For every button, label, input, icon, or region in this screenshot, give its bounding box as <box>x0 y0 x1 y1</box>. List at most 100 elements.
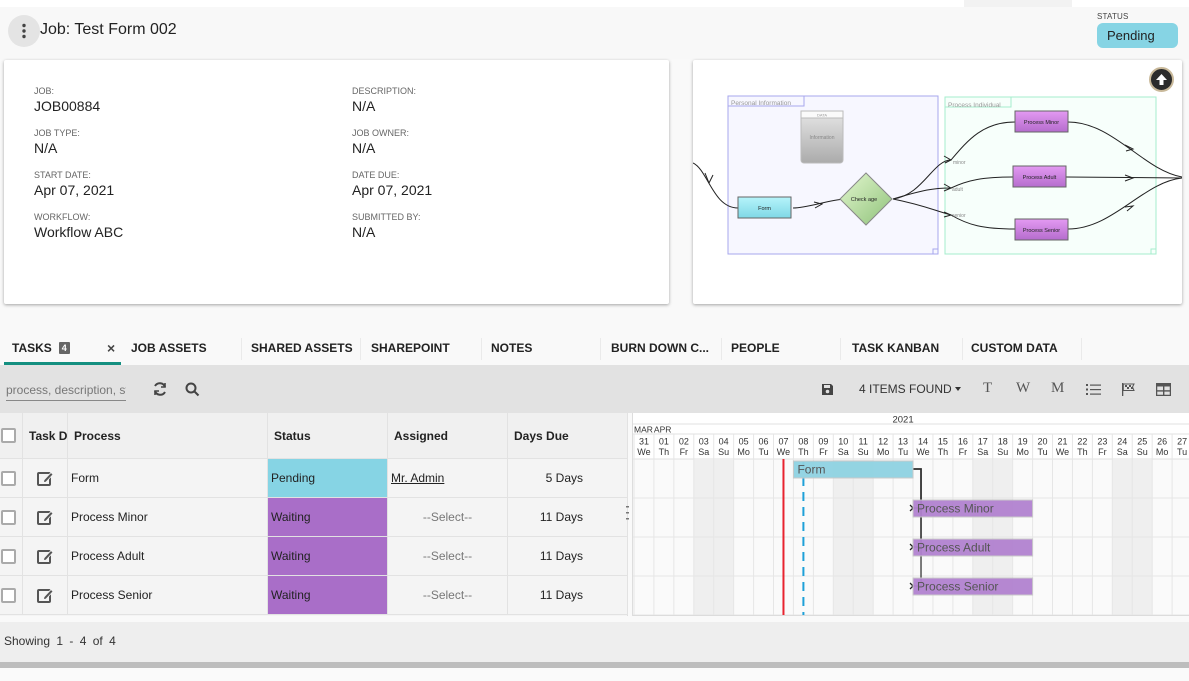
field-label: JOB: <box>34 86 55 96</box>
assigned-user-link[interactable]: Mr. Admin <box>391 471 444 485</box>
pagination-summary: Showing 1 - 4 of 4 <box>4 634 116 648</box>
close-icon[interactable]: × <box>107 340 115 356</box>
tab-divider <box>241 338 242 360</box>
assigned-cell[interactable]: --Select-- <box>388 498 508 536</box>
assign-user-select[interactable]: --Select-- <box>388 549 507 563</box>
refresh-button[interactable] <box>151 380 169 398</box>
assign-user-select[interactable]: --Select-- <box>388 588 507 602</box>
row-checkbox[interactable] <box>1 548 16 564</box>
search-button[interactable] <box>183 380 201 398</box>
gantt-day-weekday: Fr <box>819 447 828 457</box>
grid-view-button[interactable] <box>1154 380 1172 398</box>
table-row[interactable]: Process Senior Waiting --Select-- 11 Day… <box>0 576 628 615</box>
gantt-day-weekday: Su <box>858 447 869 457</box>
scroll-up-button[interactable] <box>1149 67 1174 92</box>
column-header-task-details[interactable]: Task De <box>23 413 68 458</box>
items-found-dropdown[interactable]: 4 ITEMS FOUND <box>859 382 961 396</box>
page-header: Job: Test Form 002 STATUS Pending <box>0 7 1189 59</box>
edit-task-button[interactable] <box>23 498 68 536</box>
tab-burn-down[interactable]: BURN DOWN C... <box>611 330 709 365</box>
field-value: N/A <box>352 140 376 156</box>
gantt-day-weekday: Su <box>718 447 729 457</box>
gantt-day-weekday: Sa <box>977 447 988 457</box>
column-header-days-due[interactable]: Days Due <box>508 413 628 458</box>
more-menu-button[interactable] <box>8 15 40 47</box>
tasks-count-badge: 4 <box>58 342 70 354</box>
days-due-cell: 5 Days <box>508 459 628 497</box>
node-process-adult[interactable]: Process Adult <box>1012 165 1067 188</box>
gantt-day-weekday: Sa <box>838 447 849 457</box>
workflow-diagram[interactable]: Personal Information Process Individual … <box>693 60 1182 304</box>
lane-label-process: Process Individual <box>948 102 1001 109</box>
tab-tasks[interactable]: TASKS 4 × <box>4 330 121 365</box>
table-row[interactable]: Process Minor Waiting --Select-- 11 Days <box>0 498 628 537</box>
gantt-day-number: 23 <box>1097 437 1107 447</box>
process-cell: Process Adult <box>68 537 268 575</box>
gantt-chart[interactable]: 2021 MAR APR 31 We 01 Th 02 Fr 03 Sa 04 Su 05 Mo 06 Tu 07… <box>632 413 1189 616</box>
edit-task-button[interactable] <box>23 537 68 575</box>
assign-user-select[interactable]: --Select-- <box>388 510 507 524</box>
job-info-card: JOB: JOB00884 DESCRIPTION: N/A JOB TYPE: N/… <box>4 60 669 304</box>
edge-label-senior: senior <box>952 213 966 219</box>
gantt-day-weekday: We <box>637 447 650 457</box>
node-form[interactable]: Form <box>737 196 792 219</box>
gantt-day-number: 04 <box>719 437 729 447</box>
status-cell: Waiting <box>268 498 388 536</box>
view-week-button[interactable]: W <box>1016 380 1030 397</box>
gantt-day-number: 05 <box>739 437 749 447</box>
more-vertical-icon <box>22 23 26 39</box>
node-process-minor[interactable]: Process Minor <box>1014 110 1069 133</box>
gantt-day-weekday: Mo <box>877 447 890 457</box>
row-checkbox[interactable] <box>1 587 16 603</box>
data-store-node[interactable]: DATA Information <box>800 110 844 164</box>
svg-text:Check age: Check age <box>851 197 877 203</box>
process-cell: Process Senior <box>68 576 268 614</box>
table-row[interactable]: Form Pending Mr. Admin 5 Days <box>0 459 628 498</box>
tab-notes[interactable]: NOTES <box>491 330 532 365</box>
assigned-cell[interactable]: --Select-- <box>388 576 508 614</box>
select-all-checkbox[interactable] <box>1 428 16 443</box>
gantt-day-number: 16 <box>958 437 968 447</box>
view-timeline-button[interactable]: T <box>983 380 992 397</box>
field-start-date: START DATE: Apr 07, 2021 <box>34 170 114 198</box>
tab-sharepoint[interactable]: SHAREPOINT <box>371 330 450 365</box>
splitter-handle[interactable] <box>626 505 630 521</box>
tab-task-kanban[interactable]: TASK KANBAN <box>852 330 939 365</box>
showing-label: Showing <box>4 634 51 648</box>
gantt-task-label: Process Senior <box>917 580 998 594</box>
save-button[interactable] <box>818 380 836 398</box>
tab-custom-data[interactable]: CUSTOM DATA <box>971 330 1058 365</box>
svg-text:Form: Form <box>758 206 771 212</box>
node-process-senior[interactable]: Process Senior <box>1014 218 1069 241</box>
column-header-process[interactable]: Process <box>68 413 268 458</box>
row-checkbox[interactable] <box>1 509 16 525</box>
gantt-day-weekday: Th <box>1077 447 1088 457</box>
days-due-value: 11 Days <box>539 549 583 563</box>
table-row[interactable]: Process Adult Waiting --Select-- 11 Days <box>0 537 628 576</box>
gantt-day-number: 03 <box>699 437 709 447</box>
assigned-cell[interactable]: --Select-- <box>388 537 508 575</box>
column-header-status[interactable]: Status <box>268 413 388 458</box>
row-select-cell <box>0 576 23 614</box>
row-checkbox[interactable] <box>1 470 16 486</box>
tab-job-assets[interactable]: JOB ASSETS <box>131 330 207 365</box>
gantt-day-number: 20 <box>1038 437 1048 447</box>
gantt-day-weekday: We <box>1056 447 1069 457</box>
svg-text:Process Minor: Process Minor <box>1024 120 1059 126</box>
tab-divider <box>840 338 841 360</box>
tab-shared-assets[interactable]: SHARED ASSETS <box>251 330 353 365</box>
showing-range: 1 - 4 <box>56 634 87 648</box>
gantt-task-label: Process Adult <box>917 541 991 555</box>
column-header-assigned[interactable]: Assigned <box>388 413 508 458</box>
gantt-day-number: 17 <box>978 437 988 447</box>
tab-people[interactable]: PEOPLE <box>731 330 780 365</box>
edit-task-button[interactable] <box>23 459 68 497</box>
tab-divider <box>721 338 722 360</box>
milestone-button[interactable] <box>1119 380 1137 398</box>
edit-task-button[interactable] <box>23 576 68 614</box>
list-view-button[interactable] <box>1084 380 1102 398</box>
svg-text:DATA: DATA <box>817 113 827 118</box>
view-month-button[interactable]: M <box>1051 380 1064 397</box>
status-cell: Waiting <box>268 537 388 575</box>
search-input[interactable] <box>6 379 126 401</box>
